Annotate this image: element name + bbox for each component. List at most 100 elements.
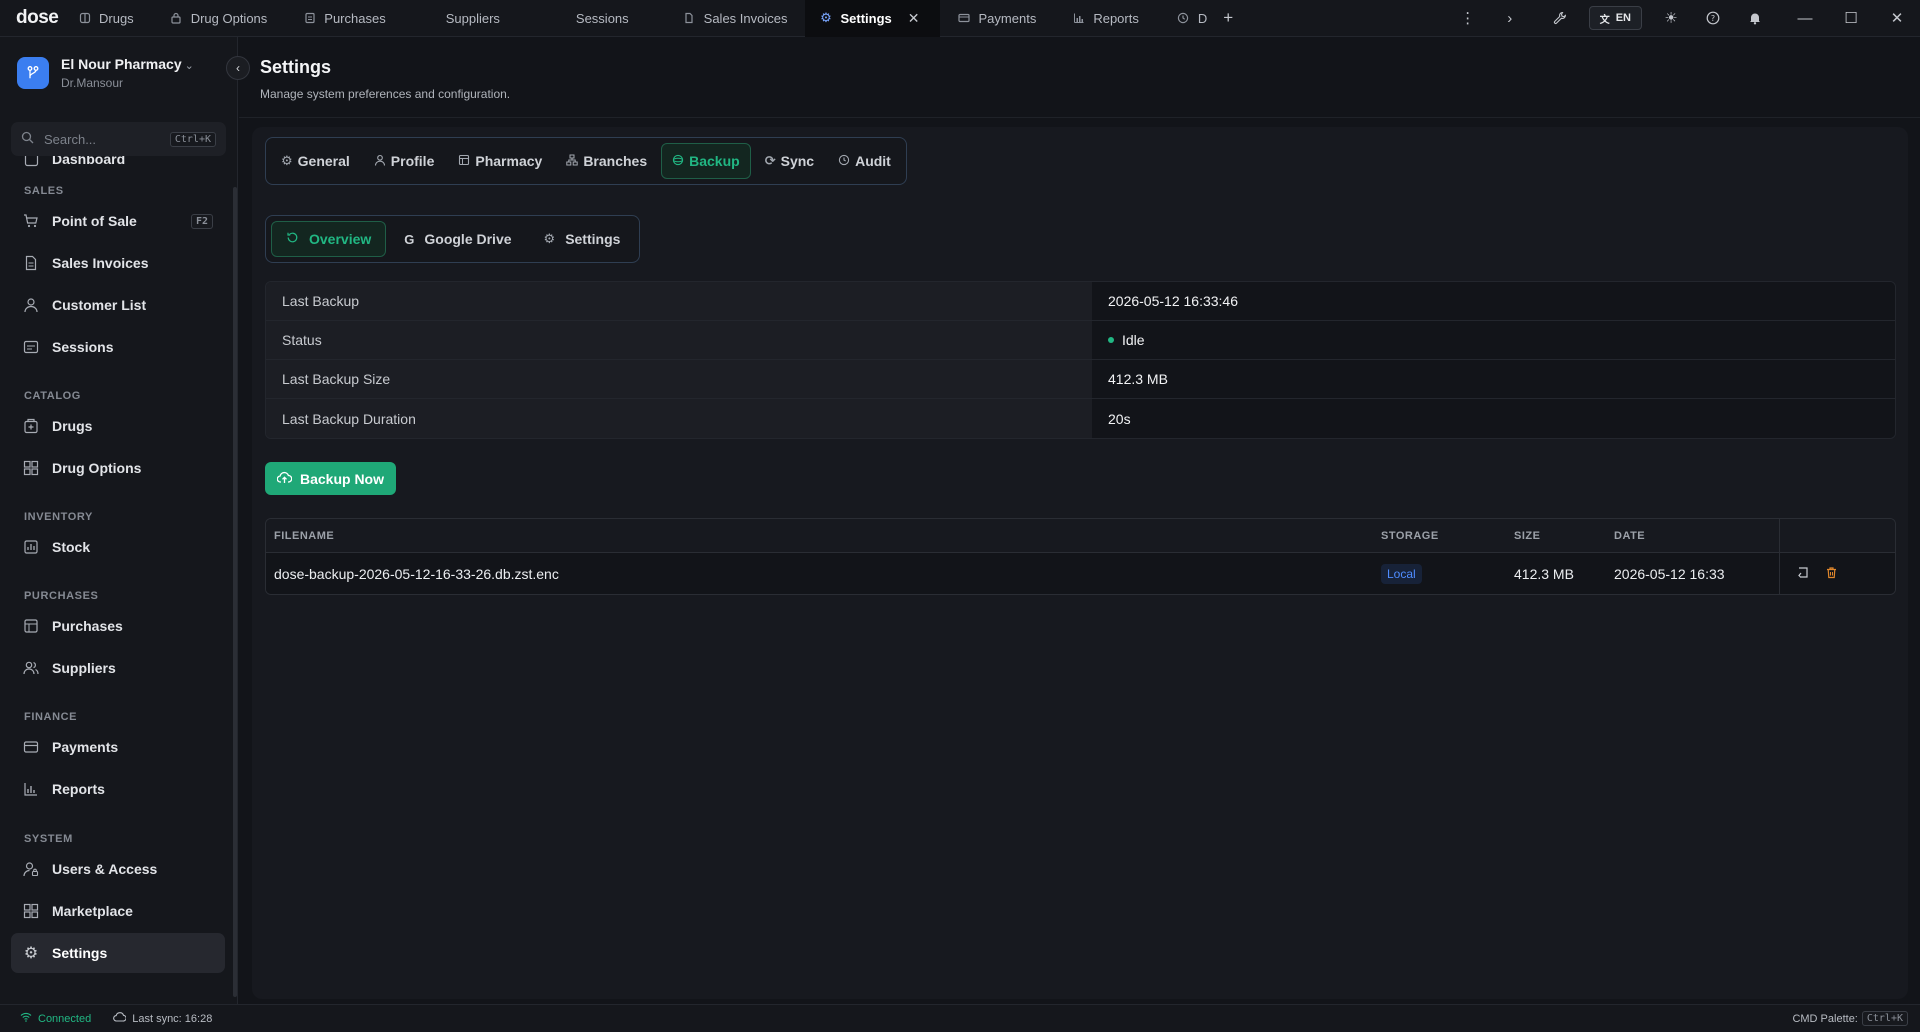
minimize-icon[interactable]: — [1782, 0, 1828, 37]
tab-settings[interactable]: ⚙ Settings ✕ [805, 0, 940, 37]
network-icon [566, 154, 579, 169]
section-sales: SALES [24, 185, 64, 197]
tab-google-drive[interactable]: G Google Drive [390, 221, 525, 257]
receipt-icon [303, 12, 316, 25]
column-size[interactable]: SIZE [1506, 530, 1606, 542]
wrench-icon[interactable] [1539, 0, 1581, 37]
more-icon[interactable]: ⋮ [1447, 0, 1489, 37]
sidebar-item-sessions[interactable]: Sessions [11, 327, 225, 367]
sidebar-item-label: Reports [52, 781, 105, 797]
translate-icon: 文 [1599, 14, 1610, 26]
tab-backup-settings[interactable]: ⚙ Settings [530, 221, 635, 257]
close-window-icon[interactable]: ✕ [1874, 0, 1920, 37]
language-switcher[interactable]: 文 EN [1588, 6, 1642, 30]
new-tab-button[interactable]: + [1211, 0, 1245, 37]
tab-suppliers[interactable]: Suppliers [404, 0, 540, 37]
sun-icon[interactable]: ☀ [1650, 0, 1692, 37]
card-icon [958, 12, 971, 25]
tab-overflow[interactable]: D [1157, 0, 1211, 37]
cell-size: 412.3 MB [1514, 565, 1574, 582]
receipt-icon [23, 618, 39, 634]
workspace-switcher[interactable]: El Nour Pharmacy ⌄ Dr.Mansour [17, 56, 194, 90]
chevron-down-icon: ⌄ [184, 60, 194, 72]
column-filename[interactable]: FILENAME [266, 530, 1373, 542]
tab-label: Sales Invoices [703, 10, 788, 26]
sidebar-item-drugs[interactable]: Drugs [11, 406, 225, 446]
workspace-name: El Nour Pharmacy ⌄ [61, 56, 194, 72]
sidebar-item-suppliers[interactable]: Suppliers [11, 648, 225, 688]
trash-icon[interactable] [1825, 566, 1838, 582]
status-dot [1108, 337, 1114, 343]
section-catalog: CATALOG [24, 390, 81, 402]
sidebar-scrollbar[interactable] [233, 187, 237, 997]
cloud-icon [113, 1012, 127, 1025]
tab-sessions[interactable]: Sessions [540, 0, 665, 37]
command-palette-hint[interactable]: CMD Palette: Ctrl+K [1792, 1011, 1908, 1026]
info-value: 20s [1092, 399, 1895, 438]
backup-now-button[interactable]: Backup Now [265, 462, 396, 495]
sidebar-item-reports[interactable]: Reports [11, 769, 225, 809]
user-lock-icon [23, 861, 39, 877]
sidebar-item-customer-list[interactable]: Customer List [11, 285, 225, 325]
tab-overview[interactable]: Overview [271, 221, 387, 257]
tab-branches[interactable]: Branches [556, 143, 657, 179]
column-date[interactable]: DATE [1606, 530, 1779, 542]
tab-profile[interactable]: Profile [364, 143, 445, 179]
tab-drugs[interactable]: Drugs [62, 0, 152, 37]
tab-label: Audit [855, 153, 891, 169]
cmd-palette-label: CMD Palette: [1792, 1012, 1858, 1025]
tab-reports[interactable]: Reports [1054, 0, 1157, 37]
search-input[interactable]: Search... Ctrl+K [11, 122, 226, 156]
sidebar-item-sales-invoices[interactable]: Sales Invoices [11, 243, 225, 283]
connection-text: Connected [38, 1012, 92, 1025]
dashboard-icon [23, 156, 39, 167]
bell-icon[interactable] [1734, 0, 1776, 37]
info-row-status: Status Idle [266, 321, 1895, 360]
backup-info-table: Last Backup 2026-05-12 16:33:46 Status I… [265, 281, 1896, 439]
restore-icon[interactable] [1796, 566, 1809, 582]
sidebar-item-label: Sales Invoices [52, 255, 149, 271]
close-tab-icon[interactable]: ✕ [908, 10, 920, 27]
sidebar-item-settings[interactable]: ⚙ Settings [11, 933, 225, 973]
tab-sync[interactable]: ⟳ Sync [755, 143, 824, 179]
sidebar-item-marketplace[interactable]: Marketplace [11, 891, 225, 931]
collapse-sidebar-button[interactable]: ‹ [226, 56, 250, 80]
tab-label: Drugs [99, 10, 134, 26]
sidebar-item-payments[interactable]: Payments [11, 727, 225, 767]
info-label: Last Backup Size [266, 360, 1092, 398]
sidebar-item-dashboard[interactable]: Dashboard [11, 156, 225, 176]
sidebar-item-drug-options[interactable]: Drug Options [11, 448, 225, 488]
sidebar-item-label: Customer List [52, 297, 147, 313]
page-header: Settings Manage system preferences and c… [260, 57, 510, 101]
help-icon[interactable]: ? [1692, 0, 1734, 37]
tab-audit[interactable]: Audit [828, 143, 901, 179]
sidebar-item-label: Sessions [52, 339, 114, 355]
tab-pharmacy[interactable]: Pharmacy [448, 143, 552, 179]
file-icon [683, 12, 696, 25]
gear-icon: ⚙ [820, 10, 832, 25]
sidebar-item-purchases[interactable]: Purchases [11, 606, 225, 646]
column-storage[interactable]: STORAGE [1373, 530, 1506, 542]
tab-drug-options[interactable]: Drug Options [152, 0, 286, 37]
tab-payments[interactable]: Payments [940, 0, 1055, 37]
sidebar-item-stock[interactable]: Stock [11, 527, 225, 567]
tab-general[interactable]: ⚙ General [271, 143, 360, 179]
maximize-icon[interactable]: ☐ [1828, 0, 1874, 37]
chevron-right-icon[interactable]: › [1489, 0, 1531, 37]
tab-backup[interactable]: Backup [661, 143, 751, 179]
info-value: 2026-05-12 16:33:46 [1092, 282, 1895, 320]
tab-sales-invoices[interactable]: Sales Invoices [665, 0, 806, 37]
workspace-avatar [17, 57, 49, 89]
chart-icon [23, 781, 39, 797]
google-icon: G [404, 231, 415, 247]
sidebar: El Nour Pharmacy ⌄ Dr.Mansour Search... C… [0, 37, 238, 1004]
sessions-icon [23, 339, 39, 355]
cell-filename: dose-backup-2026-05-12-16-33-26.db.zst.e… [274, 565, 559, 582]
tab-purchases[interactable]: Purchases [285, 0, 403, 37]
sidebar-item-point-of-sale[interactable]: Point of Sale F2 [11, 201, 225, 241]
sidebar-item-users-access[interactable]: Users & Access [11, 849, 225, 889]
tab-label: Sessions [575, 10, 629, 26]
stock-icon [23, 539, 39, 555]
history-icon [838, 154, 850, 169]
last-sync: Last sync: 16:28 [113, 1012, 212, 1025]
